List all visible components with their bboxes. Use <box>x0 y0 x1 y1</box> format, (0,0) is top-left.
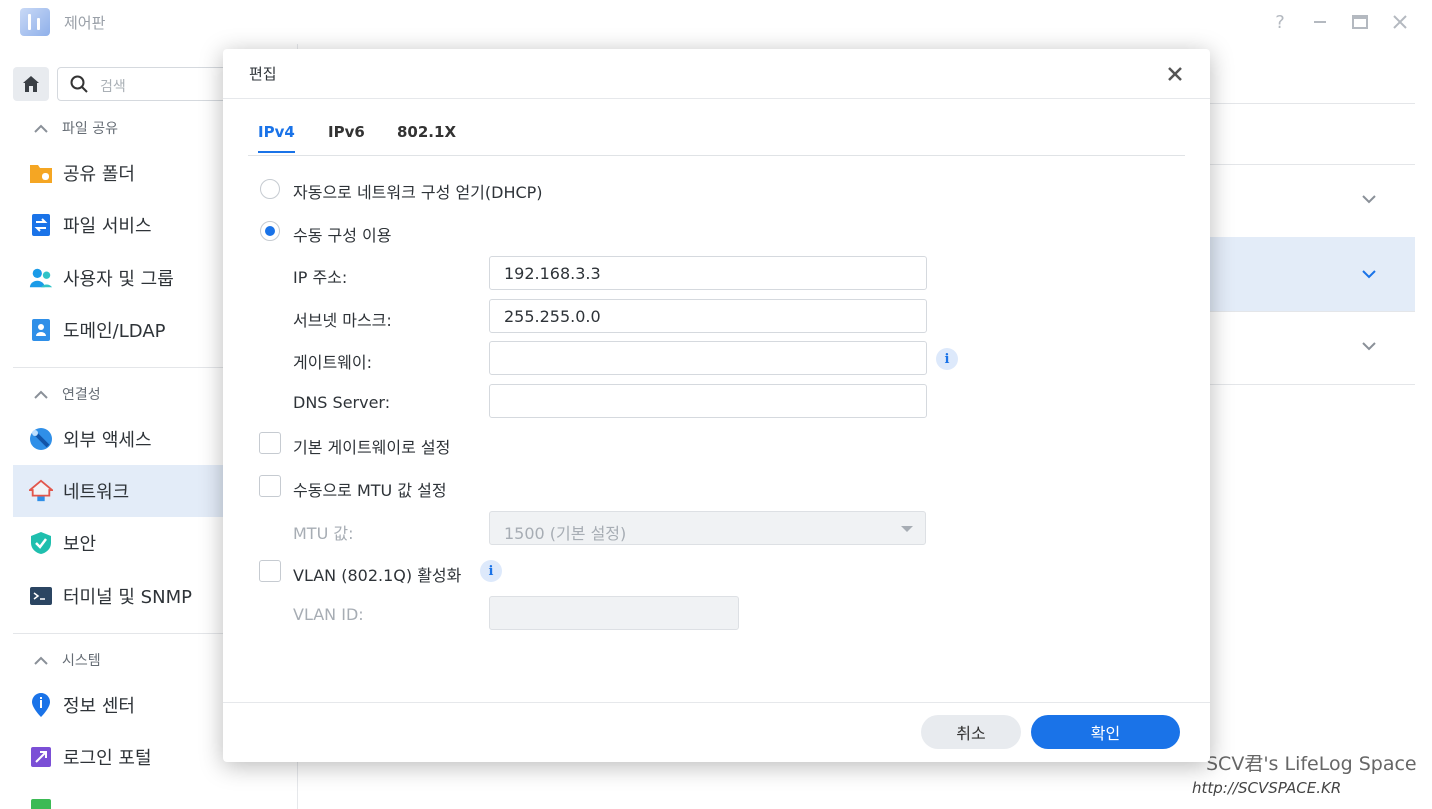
gateway-info-icon[interactable]: i <box>936 348 958 370</box>
terminal-icon <box>29 584 53 608</box>
ip-address-label: IP 주소: <box>293 268 348 287</box>
help-icon[interactable]: ? <box>1266 8 1294 36</box>
manual-config-label: 수동 구성 이용 <box>293 226 392 245</box>
manual-config-radio[interactable] <box>260 221 280 241</box>
window-title: 제어판 <box>64 14 106 32</box>
minimize-icon[interactable] <box>1306 8 1334 36</box>
vlan-label: VLAN (802.1Q) 활성화 <box>293 566 462 585</box>
domain-icon <box>29 318 53 342</box>
home-icon <box>23 76 39 92</box>
folder-icon <box>29 161 53 185</box>
dropdown-caret-icon <box>901 526 913 532</box>
gateway-label: 게이트웨이: <box>293 353 372 372</box>
section-system-header[interactable]: 시스템 <box>34 650 101 670</box>
ok-button[interactable]: 확인 <box>1031 715 1180 749</box>
section-connectivity-header[interactable]: 연결성 <box>34 384 101 404</box>
network-icon <box>29 479 53 503</box>
info-center-icon <box>29 693 53 717</box>
chevron-up-icon <box>34 124 48 133</box>
default-gateway-checkbox[interactable] <box>259 432 281 454</box>
chevron-up-icon <box>34 390 48 399</box>
chevron-down-icon <box>1362 270 1376 279</box>
close-icon[interactable] <box>1164 63 1186 85</box>
close-window-icon[interactable] <box>1386 8 1414 36</box>
watermark-url: http://SCVSPACE.KR <box>1192 779 1342 797</box>
control-panel-app-icon <box>20 8 50 36</box>
home-button[interactable] <box>13 67 49 101</box>
dns-server-label: DNS Server: <box>293 393 391 412</box>
task-scheduler-icon <box>29 797 53 809</box>
window-titlebar: 제어판 ? <box>0 0 1432 44</box>
dialog-title: 편집 <box>249 65 277 83</box>
chevron-up-icon <box>34 656 48 665</box>
tab-ipv6[interactable]: IPv6 <box>328 123 365 151</box>
external-access-icon <box>29 427 53 451</box>
gateway-input[interactable] <box>489 341 927 375</box>
search-icon <box>70 75 88 93</box>
mtu-select[interactable]: 1500 (기본 설정) <box>489 511 926 545</box>
manual-mtu-label: 수동으로 MTU 값 설정 <box>293 481 447 500</box>
users-icon <box>29 266 53 290</box>
ip-address-input[interactable] <box>489 256 927 290</box>
dns-server-input[interactable] <box>489 384 927 418</box>
dhcp-label: 자동으로 네트워크 구성 얻기(DHCP) <box>293 183 543 202</box>
chevron-down-icon <box>1362 195 1376 204</box>
mtu-selected-value: 1500 (기본 설정) <box>504 524 627 543</box>
vlan-checkbox[interactable] <box>259 560 281 582</box>
watermark-title: SCV君's LifeLog Space <box>1206 753 1417 775</box>
maximize-icon[interactable] <box>1346 8 1374 36</box>
vlan-id-input[interactable] <box>489 596 739 630</box>
sidebar-item-partial[interactable] <box>13 783 297 809</box>
search-placeholder: 검색 <box>100 79 126 95</box>
vlan-id-label: VLAN ID: <box>293 605 364 624</box>
vlan-info-icon[interactable]: i <box>480 560 502 582</box>
login-portal-icon <box>29 745 53 769</box>
subnet-mask-input[interactable] <box>489 299 927 333</box>
subnet-mask-label: 서브넷 마스크: <box>293 311 392 330</box>
chevron-down-icon <box>1362 342 1376 351</box>
file-service-icon <box>29 213 53 237</box>
edit-dialog: 편집 IPv4 IPv6 802.1X 자동으로 네트워크 구성 얻기(DHCP… <box>223 49 1210 762</box>
dhcp-radio[interactable] <box>260 179 280 199</box>
shield-icon <box>29 531 53 555</box>
manual-mtu-checkbox[interactable] <box>259 475 281 497</box>
section-file-sharing-header[interactable]: 파일 공유 <box>34 118 118 138</box>
tab-8021x[interactable]: 802.1X <box>397 123 456 151</box>
dialog-footer-divider <box>223 702 1210 703</box>
cancel-button[interactable]: 취소 <box>921 715 1021 749</box>
dialog-header-divider <box>223 98 1210 99</box>
tab-ipv4[interactable]: IPv4 <box>258 123 295 153</box>
default-gateway-label: 기본 게이트웨이로 설정 <box>293 438 451 457</box>
protocol-tabs: IPv4 IPv6 802.1X <box>248 123 1185 156</box>
mtu-value-label: MTU 값: <box>293 524 354 543</box>
